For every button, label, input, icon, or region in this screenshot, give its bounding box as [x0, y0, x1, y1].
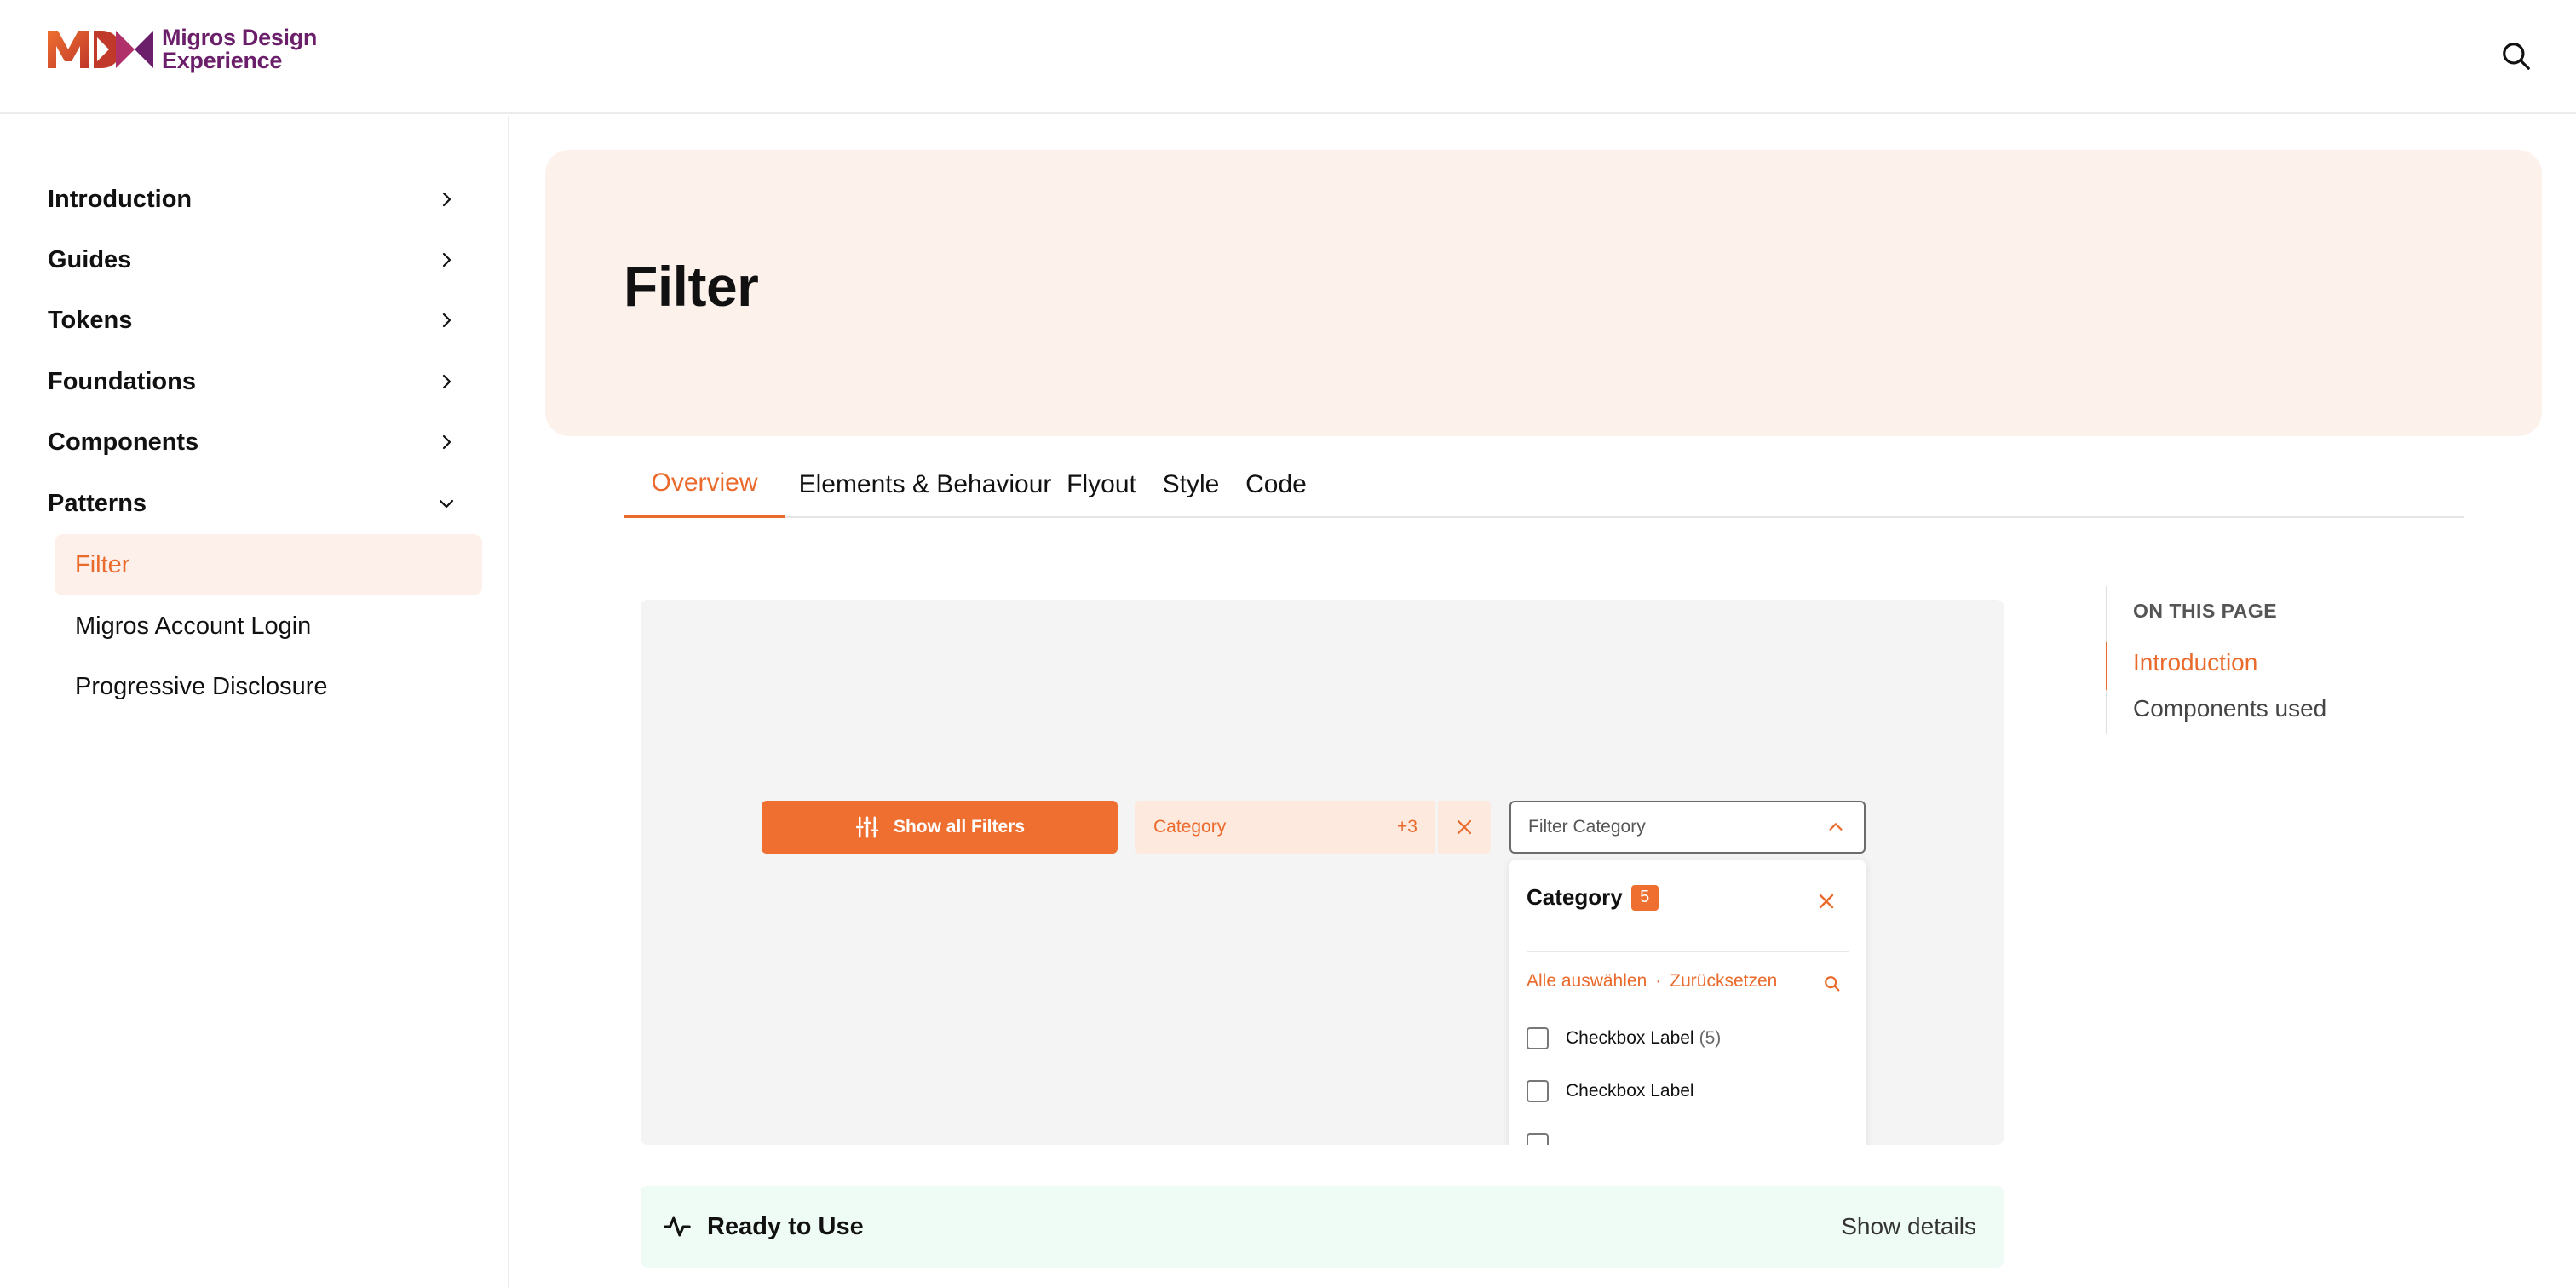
flyout-actions: Alle auswählen · Zurücksetzen: [1527, 971, 1777, 992]
chevron-right-icon: [442, 252, 451, 267]
sidebar-item-label: Guides: [48, 245, 132, 273]
page-hero: Filter: [545, 150, 2542, 436]
tab-style[interactable]: Style: [1150, 451, 1232, 518]
checkbox-option-partial[interactable]: [1527, 1133, 1566, 1145]
checkbox[interactable]: [1527, 1027, 1549, 1049]
flyout-divider: [1527, 951, 1849, 952]
checkbox[interactable]: [1527, 1080, 1549, 1102]
sidebar-item-components[interactable]: Components: [48, 418, 460, 466]
brand-name-line1: Migros Design: [162, 25, 318, 50]
search-icon: [2503, 43, 2530, 70]
sidebar-item-label: Components: [48, 428, 199, 456]
component-preview: Show all Filters Category +3 Filter Cate…: [641, 600, 2004, 1145]
top-header: Migros Design Experience: [0, 0, 2576, 114]
sidebar-item-guides[interactable]: Guides: [48, 236, 460, 284]
sidebar-subitem-filter[interactable]: Filter: [55, 534, 482, 595]
page-title: Filter: [624, 255, 759, 318]
reset-link[interactable]: Zurücksetzen: [1670, 971, 1777, 992]
toc-title: ON THIS PAGE: [2133, 600, 2278, 622]
tab-bar: Overview Elements & Behaviour Flyout Sty…: [624, 451, 2464, 518]
sidebar-item-introduction[interactable]: Introduction: [48, 175, 460, 223]
category-filter-chip[interactable]: Category +3: [1135, 801, 1435, 854]
chevron-right-icon: [442, 434, 451, 450]
status-bar: Ready to Use Show details: [641, 1186, 2004, 1268]
sidebar-item-label: Patterns: [48, 489, 147, 517]
close-icon[interactable]: [1816, 891, 1837, 911]
category-chip-label: Category: [1153, 817, 1227, 837]
brand-logo[interactable]: Migros Design Experience: [46, 26, 317, 73]
sidebar-subitem-migros-account-login[interactable]: Migros Account Login: [55, 595, 482, 657]
category-chip-clear-button[interactable]: [1438, 801, 1491, 854]
actions-separator: ·: [1655, 971, 1662, 991]
sidebar-item-label: Foundations: [48, 367, 196, 395]
mdx-logo-icon: [48, 31, 153, 68]
sidebar-nav: Introduction Guides Tokens Foundations C…: [0, 116, 509, 1288]
toc-item-introduction[interactable]: Introduction: [2133, 649, 2257, 676]
filter-category-placeholder: Filter Category: [1528, 817, 1646, 837]
show-all-filters-button[interactable]: Show all Filters: [762, 801, 1118, 854]
flyout-header: Category 5: [1527, 884, 1659, 911]
header-search-button[interactable]: [2499, 39, 2533, 73]
tab-code[interactable]: Code: [1237, 451, 1315, 518]
chevron-right-icon: [442, 313, 451, 328]
select-all-link[interactable]: Alle auswählen: [1527, 971, 1647, 992]
sidebar-item-patterns[interactable]: Patterns: [48, 480, 460, 527]
activity-icon: [664, 1216, 691, 1237]
chevron-right-icon: [442, 192, 451, 207]
sidebar-item-tokens[interactable]: Tokens: [48, 296, 460, 344]
sliders-icon: [855, 816, 879, 838]
sidebar-subitem-progressive-disclosure[interactable]: Progressive Disclosure: [55, 656, 482, 717]
flyout-title: Category: [1527, 884, 1623, 910]
tab-elements-behaviour[interactable]: Elements & Behaviour: [797, 451, 1053, 518]
status-info: Ready to Use: [663, 1212, 864, 1241]
brand-name: Migros Design Experience: [162, 26, 317, 72]
chevron-up-icon: [1829, 823, 1843, 831]
tab-flyout[interactable]: Flyout: [1058, 451, 1145, 518]
checkbox-option[interactable]: Checkbox Label (5): [1527, 1027, 1721, 1049]
checkbox-label: Checkbox Label: [1566, 1081, 1694, 1101]
category-flyout: Category 5 Alle auswählen · Zurücksetzen…: [1509, 860, 1866, 1145]
checkbox-label: Checkbox Label: [1566, 1028, 1694, 1048]
checkbox[interactable]: [1527, 1133, 1549, 1145]
sidebar-item-foundations[interactable]: Foundations: [48, 358, 460, 405]
brand-name-line2: Experience: [162, 48, 283, 73]
on-this-page: ON THIS PAGE Introduction Components use…: [2106, 586, 2464, 734]
chevron-right-icon: [442, 374, 451, 389]
sidebar-item-label: Introduction: [48, 185, 193, 213]
checkbox-option[interactable]: Checkbox Label: [1527, 1080, 1699, 1102]
status-title: Ready to Use: [707, 1212, 864, 1240]
chevron-down-icon: [439, 499, 454, 509]
toc-active-indicator: [2106, 642, 2107, 690]
show-details-button[interactable]: Show details: [1841, 1213, 1976, 1240]
search-icon[interactable]: [1823, 975, 1842, 993]
tab-overview[interactable]: Overview: [624, 451, 785, 518]
category-chip-count: +3: [1397, 817, 1417, 837]
sidebar-item-label: Tokens: [48, 306, 133, 334]
show-all-filters-label: Show all Filters: [893, 817, 1026, 837]
flyout-count-badge: 5: [1630, 884, 1659, 911]
checkbox-count: (5): [1699, 1028, 1722, 1048]
filter-category-select[interactable]: Filter Category: [1509, 801, 1866, 854]
toc-item-components-used[interactable]: Components used: [2133, 695, 2326, 722]
close-icon: [1457, 819, 1472, 835]
